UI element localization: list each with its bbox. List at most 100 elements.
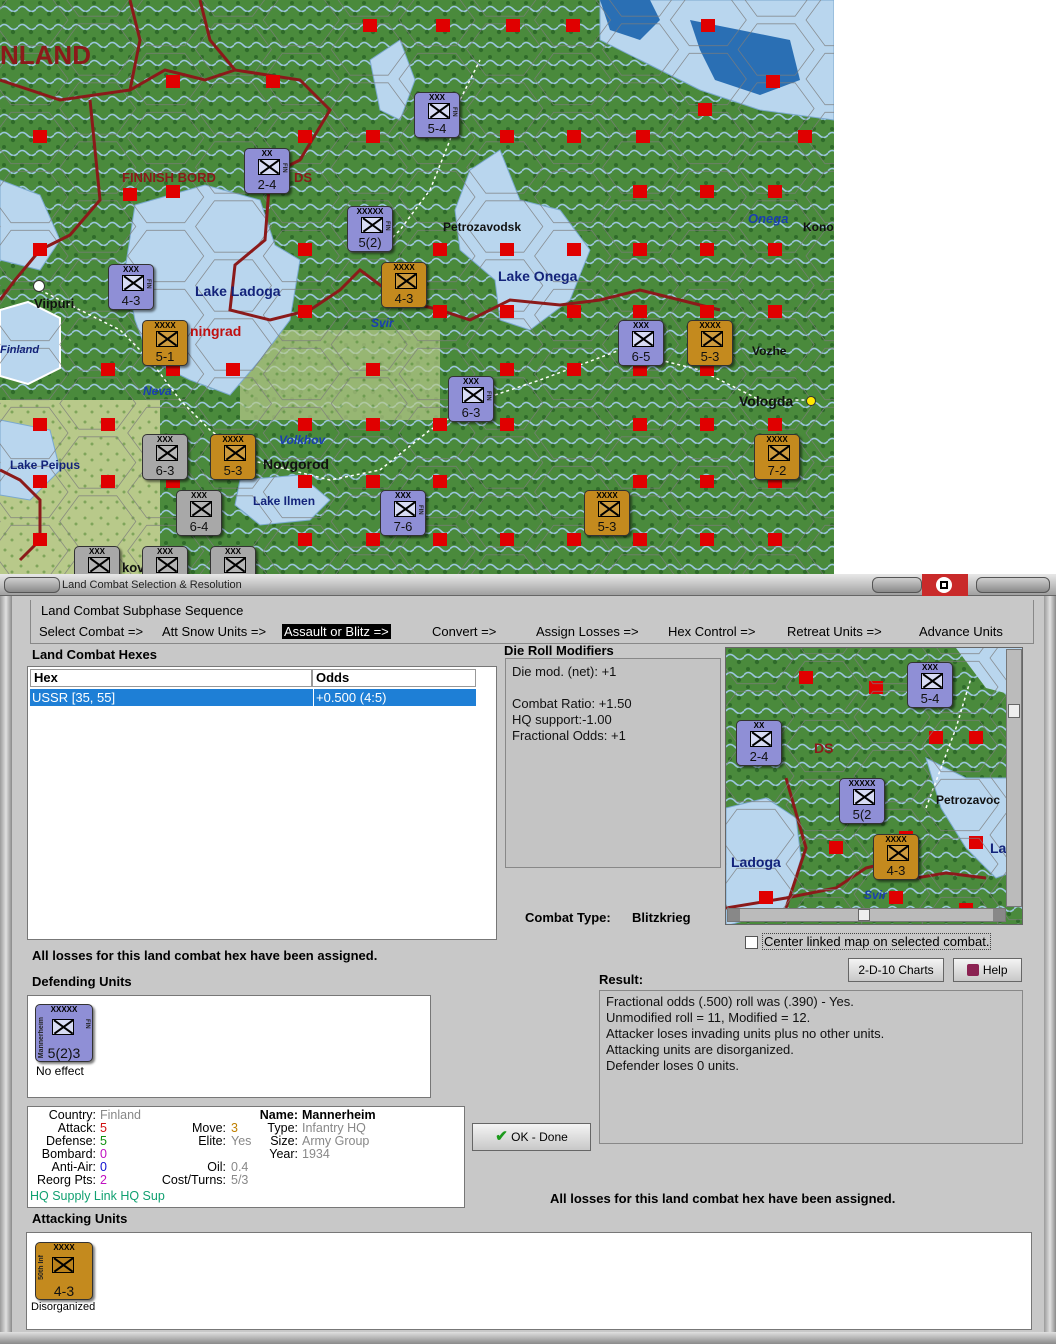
unit-info-box: Country: Finland Attack: 5 Defense: 5 Bo… xyxy=(27,1106,465,1208)
supply-marker xyxy=(567,533,581,546)
result-line-2: Unmodified roll = 11, Modified = 12. xyxy=(606,1010,811,1025)
unit-counter[interactable]: XXX 7-6 FIN xyxy=(380,490,426,536)
minimap-unit-counter[interactable]: XXXX 4-3 xyxy=(873,834,919,880)
minimap-horizontal-scrollbar[interactable] xyxy=(727,908,1006,922)
land-combat-window: Land Combat Selection & Resolution Land … xyxy=(0,574,1056,1344)
window-titlebar[interactable]: Land Combat Selection & Resolution xyxy=(0,574,1056,596)
hq-support: HQ support:-1.00 xyxy=(512,712,612,727)
charts-button[interactable]: 2-D-10 Charts xyxy=(848,958,944,982)
infantry-symbol-icon xyxy=(428,103,450,119)
port-city-icon xyxy=(33,280,45,292)
supply-marker xyxy=(298,305,312,318)
infantry-symbol-icon xyxy=(921,673,943,689)
col-header-odds[interactable]: Odds xyxy=(312,669,476,687)
map-label-finnish-border-suffix: DS xyxy=(294,170,313,185)
checkmark-icon: ✔ xyxy=(495,1128,508,1145)
scroll-left-icon[interactable] xyxy=(728,909,740,921)
unit-counter[interactable]: XXX 6-3 FIN xyxy=(448,376,494,422)
table-row[interactable]: USSR [35, 55] +0.500 (4:5) xyxy=(30,689,476,706)
supply-marker xyxy=(698,103,712,116)
supply-marker xyxy=(700,243,714,256)
map-label-finland: NLAND xyxy=(0,40,91,70)
infantry-symbol-icon xyxy=(887,845,909,861)
ok-done-button[interactable]: ✔ OK - Done xyxy=(472,1123,591,1151)
sequence-step-8: Advance Units xyxy=(919,624,1003,639)
col-header-hex[interactable]: Hex xyxy=(30,669,312,687)
unit-counter[interactable]: XXX 5-4 FIN xyxy=(414,92,460,138)
minimap-vscroll-thumb[interactable] xyxy=(1008,704,1020,718)
unit-counter[interactable]: XXX 6-5 xyxy=(618,320,664,366)
map-label-novgorod: Novgorod xyxy=(263,456,330,472)
land-combat-hexes-title: Land Combat Hexes xyxy=(32,647,157,662)
map-label-svir: Svir xyxy=(371,316,394,330)
unit-counter[interactable]: XX 2-4 FIN xyxy=(244,148,290,194)
minimap-label-ds: DS xyxy=(814,740,834,756)
supply-marker xyxy=(363,19,377,32)
unit-counter[interactable]: XXX xyxy=(210,546,256,574)
help-button[interactable]: Help xyxy=(953,958,1022,982)
map-label-leningrad: ningrad xyxy=(190,323,242,339)
unit-counter[interactable]: XXXX 5-3 xyxy=(584,490,630,536)
map-label-finland-hex: Finland xyxy=(0,344,40,356)
supply-marker xyxy=(433,475,447,488)
unit-strength: 4-3 xyxy=(394,291,414,306)
supply-marker xyxy=(633,475,647,488)
supply-marker xyxy=(266,75,280,88)
attacking-unit-strength: 4-3 xyxy=(53,1283,75,1299)
unit-strength: 5(2) xyxy=(358,235,382,250)
land-combat-hexes-table[interactable]: Hex Odds USSR [35, 55] +0.500 (4:5) xyxy=(27,666,497,940)
infantry-symbol-icon xyxy=(462,387,484,403)
defending-unit-counter[interactable]: XXXXX Mannerheim FIN 5(2)3 xyxy=(35,1004,93,1062)
map-label-onega: Onega xyxy=(748,211,789,226)
center-linked-checkbox[interactable] xyxy=(745,936,758,949)
defending-units-box[interactable]: XXXXX Mannerheim FIN 5(2)3 No effect xyxy=(27,995,431,1098)
attacking-units-box[interactable]: XXXX 50th Inf 4-3 Disorganized xyxy=(26,1232,1032,1330)
minimap-label-svir: Svir xyxy=(864,888,887,902)
unit-size: XXX xyxy=(921,663,938,672)
unit-counter[interactable]: XXXX 5-3 xyxy=(687,320,733,366)
unit-counter[interactable]: XXXX 7-2 xyxy=(754,434,800,480)
supply-marker xyxy=(700,475,714,488)
infantry-symbol-icon xyxy=(122,275,144,291)
center-linked-label[interactable]: Center linked map on selected combat. xyxy=(762,933,992,950)
supply-marker xyxy=(101,475,115,488)
infantry-symbol-icon xyxy=(224,557,246,573)
linked-minimap[interactable]: Ladoga Petrozavoc Svir DS rad La XXX5-4X… xyxy=(725,647,1023,925)
minimap-hscroll-thumb[interactable] xyxy=(858,909,870,921)
strategic-map[interactable]: NLAND FINNISH BORD DS Viipuri Finland ningrad… xyxy=(0,0,834,574)
minimap-label-la: La xyxy=(990,840,1007,856)
unit-counter[interactable]: XXX 4-3 FIN xyxy=(108,264,154,310)
unit-size: XXX xyxy=(462,377,479,386)
unit-size: XXXXX xyxy=(848,779,876,788)
unit-counter[interactable]: XXXXX 5(2) FIN xyxy=(347,206,393,252)
unit-counter[interactable]: XXXX 4-3 xyxy=(381,262,427,308)
supply-marker xyxy=(166,185,180,198)
map-label-vologda: Vologda xyxy=(739,393,794,409)
unit-counter[interactable]: XXXX 5-1 xyxy=(142,320,188,366)
supply-marker xyxy=(33,243,47,256)
scroll-right-icon[interactable] xyxy=(993,909,1005,921)
supply-marker xyxy=(700,185,714,198)
unit-size: XXXX xyxy=(154,321,176,330)
supply-marker xyxy=(500,533,514,546)
unit-counter[interactable]: XXX xyxy=(142,546,188,574)
unit-counter[interactable]: XXX 6-4 xyxy=(176,490,222,536)
minimap-unit-counter[interactable]: XXX 5-4 xyxy=(907,662,953,708)
map-label-finnish-border: FINNISH BORD xyxy=(122,170,216,185)
attacking-unit-counter[interactable]: XXXX 50th Inf 4-3 xyxy=(35,1242,93,1300)
unit-counter[interactable]: XXX 6-3 xyxy=(142,434,188,480)
unit-size: XXX xyxy=(156,435,173,444)
infantry-symbol-icon xyxy=(750,731,772,747)
minimap-unit-counter[interactable]: XXXXX 5(2 xyxy=(839,778,885,824)
unit-counter[interactable]: XXXX 5-3 xyxy=(210,434,256,480)
supply-marker xyxy=(567,305,581,318)
year-value: 1934 xyxy=(302,1147,330,1161)
unit-counter[interactable]: XXX xyxy=(74,546,120,574)
supply-marker xyxy=(366,475,380,488)
hex-cell: USSR [35, 55] xyxy=(32,690,116,705)
window-frame-left xyxy=(0,596,12,1340)
minimap-vertical-scrollbar[interactable] xyxy=(1006,649,1022,907)
cost-key: Cost/Turns: xyxy=(161,1173,226,1187)
minimap-unit-counter[interactable]: XX 2-4 xyxy=(736,720,782,766)
odds-cell: +0.500 (4:5) xyxy=(316,690,387,705)
